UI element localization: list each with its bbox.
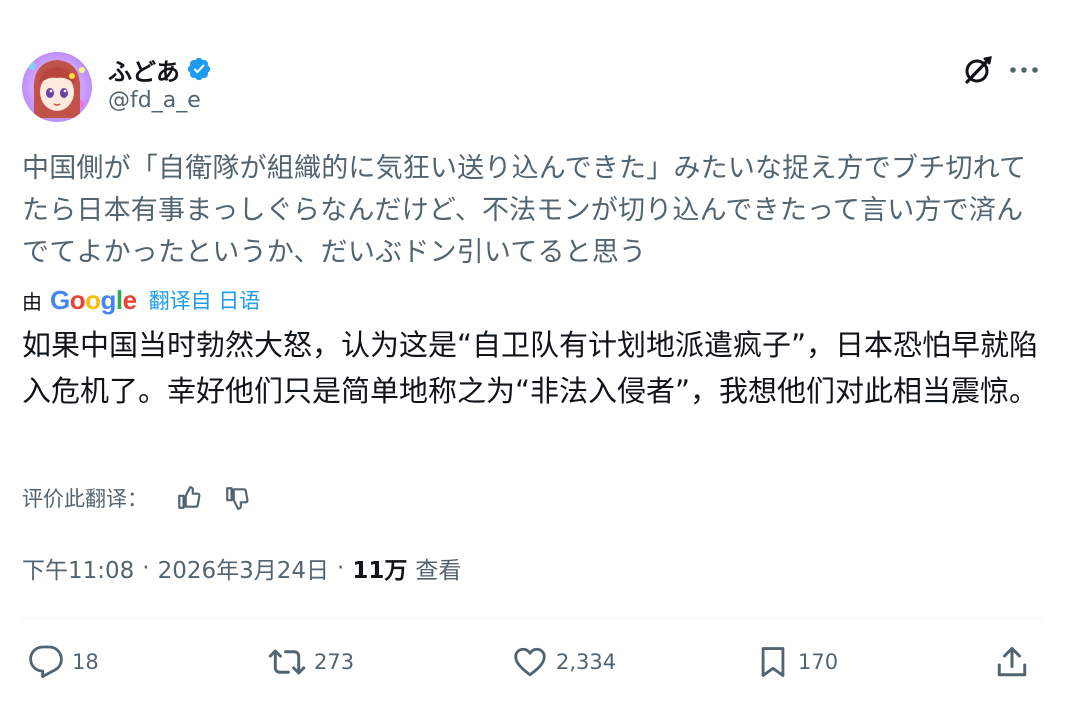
translation-attribution: 由 Google 翻译自 日语	[22, 284, 260, 316]
divider	[22, 618, 1042, 619]
avatar-image	[22, 52, 92, 122]
heart-icon	[514, 647, 546, 677]
tweet-date[interactable]: 2026年3月24日	[158, 551, 329, 585]
verified-badge-icon[interactable]	[186, 56, 212, 82]
tweet-meta: 下午11:08 · 2026年3月24日 · 11万 查看	[22, 550, 461, 586]
tweet-translated-text: 如果中国当时勃然大怒，认为这是“自卫队有计划地派遣疯子”，日本恐怕早就陷入危机了…	[22, 328, 1039, 408]
retweet-icon	[268, 649, 306, 675]
bookmark-button[interactable]: 170	[756, 640, 838, 684]
share-button[interactable]	[994, 640, 1030, 684]
reply-count: 18	[72, 650, 99, 674]
thumbs-down-icon	[226, 487, 249, 510]
retweet-count: 273	[314, 650, 355, 674]
tweet-original-text: 中国側が「自衛隊が組織的に気狂い送り込んできた」みたいな捉え方でブチ切れてたら日…	[22, 153, 1027, 268]
reply-button[interactable]: 18	[28, 640, 99, 684]
translated-by-label: 由	[22, 289, 42, 314]
thumbs-up-icon	[178, 486, 201, 509]
tweet-time[interactable]: 下午11:08	[22, 551, 134, 585]
rate-translation-row: 评价此翻译：	[22, 480, 268, 516]
grok-button[interactable]	[958, 50, 998, 90]
views-count: 11万	[352, 558, 408, 584]
share-upload-icon	[997, 647, 1027, 677]
retweet-button[interactable]: 273	[268, 640, 354, 684]
like-count: 2,334	[556, 650, 617, 674]
author-name-row[interactable]: ふどあ	[108, 52, 212, 86]
views-label: 查看	[415, 558, 462, 584]
google-logo: Google	[50, 284, 137, 315]
reply-bubble-icon	[29, 645, 63, 678]
author-display-name[interactable]: ふどあ	[108, 52, 180, 87]
more-dots-icon	[1010, 67, 1038, 73]
translated-from-link[interactable]: 翻译自 日语	[149, 285, 261, 315]
avatar[interactable]	[22, 52, 92, 122]
meta-separator: ·	[142, 555, 150, 581]
bookmark-icon	[761, 647, 785, 677]
rate-translation-label: 评价此翻译：	[22, 487, 148, 511]
thumbs-down-button[interactable]	[220, 481, 254, 515]
author-handle[interactable]: @fd_a_e	[108, 88, 201, 113]
more-button[interactable]	[1004, 50, 1044, 90]
meta-separator: ·	[337, 555, 345, 581]
grok-icon	[965, 56, 992, 84]
thumbs-up-button[interactable]	[172, 481, 206, 515]
like-button[interactable]: 2,334	[512, 640, 616, 684]
bookmark-count: 170	[798, 650, 839, 674]
